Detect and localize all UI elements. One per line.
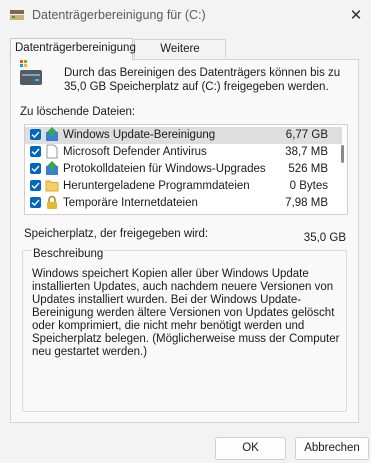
file-size: 38,7 MB (285, 146, 328, 158)
ok-button[interactable]: OK (215, 437, 286, 460)
space-freed-label: Speicherplatz, der freigegeben wird: (24, 228, 209, 240)
list-item[interactable]: Heruntergeladene Programmdateien 0 Bytes (25, 178, 342, 195)
scrollbar-thumb[interactable] (341, 145, 344, 163)
checkbox[interactable] (30, 197, 41, 208)
window-title: Datenträgerbereinigung für (C:) (32, 8, 206, 22)
list-item[interactable]: Temporäre Internetdateien 7,98 MB (25, 195, 342, 212)
files-to-delete-label: Zu löschende Dateien: (20, 106, 136, 118)
tab-more-options[interactable]: Weitere Optionen (134, 39, 226, 74)
file-size: 0 Bytes (289, 180, 328, 192)
list-item[interactable]: Windows Update-Bereinigung 6,77 GB (25, 127, 342, 144)
list-item[interactable]: Protokolldateien für Windows-Upgrades 52… (25, 161, 342, 178)
header-description: Durch das Bereinigen des Datenträgers kö… (64, 67, 341, 93)
drive-icon (19, 57, 43, 89)
disk-cleanup-icon (10, 9, 24, 21)
file-size: 526 MB (288, 163, 328, 175)
tab-disk-cleanup[interactable]: Datenträgerbereinigung (10, 38, 136, 60)
checkbox[interactable] (30, 146, 41, 157)
file-size: 6,77 GB (285, 129, 328, 141)
space-freed-value: 35,0 GB (303, 232, 346, 244)
description-title: Beschreibung (32, 248, 105, 260)
checkbox[interactable] (30, 180, 41, 191)
checkbox[interactable] (30, 129, 41, 140)
file-name: Temporäre Internetdateien (63, 197, 198, 209)
description-text: Windows speichert Kopien aller über Wind… (32, 268, 340, 358)
windows-upgrade-icon (45, 161, 59, 176)
file-list[interactable]: Windows Update-Bereinigung 6,77 GB Micro… (24, 124, 348, 215)
cancel-button[interactable]: Abbrechen (295, 437, 369, 460)
file-name: Microsoft Defender Antivirus (63, 146, 207, 158)
file-name: Windows Update-Bereinigung (63, 129, 216, 141)
checkbox[interactable] (30, 163, 41, 174)
lock-icon (45, 195, 59, 210)
windows-update-icon (45, 127, 59, 142)
close-icon[interactable]: ✕ (341, 0, 371, 30)
file-size: 7,98 MB (285, 197, 328, 209)
file-icon (45, 144, 59, 159)
file-name: Heruntergeladene Programmdateien (63, 180, 250, 192)
list-item[interactable]: Microsoft Defender Antivirus 38,7 MB (25, 144, 342, 161)
file-name: Protokolldateien für Windows-Upgrades (63, 163, 266, 175)
title-bar: Datenträgerbereinigung für (C:) ✕ (0, 0, 371, 30)
folder-icon (45, 178, 59, 193)
